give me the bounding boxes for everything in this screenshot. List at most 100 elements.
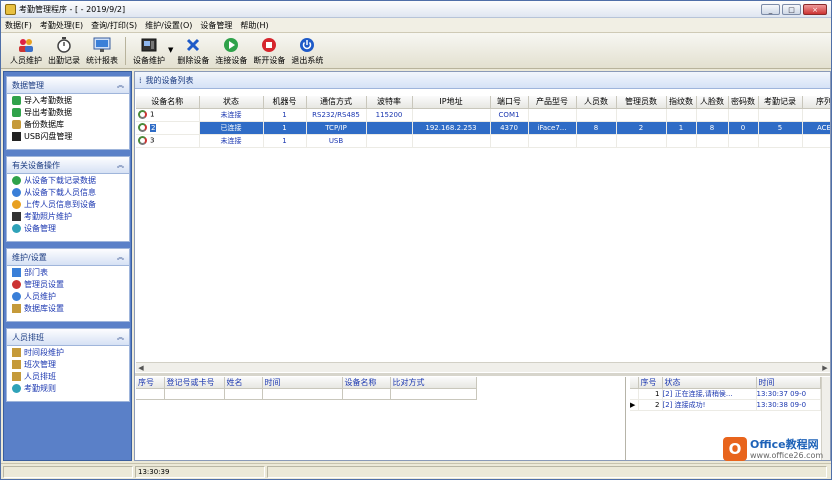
table-row[interactable]: 3 未连接 1 USB <box>136 134 830 148</box>
col-log-status[interactable]: 状态 <box>662 377 757 389</box>
menu-help[interactable]: 帮助(H) <box>236 20 272 31</box>
log-row[interactable]: ▶ 2 [2] 连接成功! 13:30:38 09-0 <box>630 399 821 411</box>
sidebar-item-upload-staff[interactable]: 上传人员信息到设备 <box>7 198 129 210</box>
user-icon <box>12 291 21 301</box>
col-log-seq[interactable]: 序号 <box>638 377 663 389</box>
sidebar-item-photos[interactable]: 考勤照片维护 <box>7 210 129 222</box>
sidebar-group-maintenance: 维护/设置 ︽ 部门表 管理员设置 人员维护 数据库设置 <box>6 248 130 322</box>
col-status[interactable]: 状态 <box>199 96 264 109</box>
sidebar-item-download-records[interactable]: 从设备下载记录数据 <box>7 174 129 186</box>
department-icon <box>12 267 21 277</box>
table-row[interactable]: 1 未连接 1 RS232/RS485 115200 COM1 <box>136 108 830 122</box>
rules-icon <box>12 383 21 393</box>
disconnect-device-button[interactable]: 断开设备 <box>250 34 288 68</box>
group-header[interactable]: 有关设备操作 ︽ <box>7 157 129 174</box>
sidebar-item-admin[interactable]: 管理员设置 <box>7 278 129 290</box>
monitor-icon <box>93 36 111 53</box>
status-panel-1 <box>3 465 133 478</box>
col-ip[interactable]: IP地址 <box>412 96 491 109</box>
usb-icon <box>12 131 21 141</box>
col-baud[interactable]: 波特率 <box>366 96 413 109</box>
maximize-button[interactable]: □ <box>782 4 801 15</box>
sidebar-item-timeslots[interactable]: 时间段维护 <box>7 346 129 358</box>
scroll-left-icon[interactable]: ◀ <box>136 363 146 373</box>
sidebar-item-db-settings[interactable]: 数据库设置 <box>7 302 129 314</box>
col-badge[interactable]: 登记号或卡号 <box>164 377 225 389</box>
delete-x-icon <box>184 36 202 53</box>
col-staff-count[interactable]: 人员数 <box>576 96 617 109</box>
device-icon <box>138 123 147 132</box>
sidebar-item-backup[interactable]: 备份数据库 <box>7 118 129 130</box>
group-header[interactable]: 维护/设置 ︽ <box>7 249 129 266</box>
device-icon <box>138 110 147 119</box>
collapse-icon: ︽ <box>117 161 124 169</box>
attendance-records-button[interactable]: 出勤记录 <box>45 34 83 68</box>
col-time[interactable]: 时间 <box>262 377 343 389</box>
col-pwd-count[interactable]: 密码数 <box>728 96 759 109</box>
col-fp-count[interactable]: 指纹数 <box>666 96 697 109</box>
menu-attendance[interactable]: 考勤处理(E) <box>36 20 87 31</box>
col-serial[interactable]: 序列 <box>802 96 830 109</box>
col-port[interactable]: 端口号 <box>490 96 529 109</box>
sidebar-item-export[interactable]: 导出考勤数据 <box>7 106 129 118</box>
delete-device-button[interactable]: 删除设备 <box>174 34 212 68</box>
col-log-time[interactable]: 时间 <box>756 377 821 389</box>
sidebar: 数据管理 ︽ 导入考勤数据 导出考勤数据 备份数据库 USB闪盘管理 有关设备操作… <box>3 71 132 461</box>
menu-data[interactable]: 数据(F) <box>1 20 36 31</box>
sidebar-item-usb[interactable]: USB闪盘管理 <box>7 130 129 142</box>
device-table: 设备名称 状态 机器号 通信方式 波特率 IP地址 端口号 产品型号 人员数 管… <box>136 96 830 366</box>
status-panel-time: 13:30:39 <box>135 465 265 478</box>
col-records[interactable]: 考勤记录 <box>758 96 803 109</box>
statistics-report-button[interactable]: 统计报表 <box>83 34 121 68</box>
device-list-header: ⁞ 我的设备列表 <box>135 72 830 89</box>
calendar-icon <box>12 359 21 369</box>
sidebar-item-schedule[interactable]: 人员排班 <box>7 370 129 382</box>
status-bar: 13:30:39 <box>1 463 831 479</box>
minimize-button[interactable]: _ <box>761 4 780 15</box>
row-pointer-icon: ▶ <box>630 399 639 411</box>
sidebar-item-departments[interactable]: 部门表 <box>7 266 129 278</box>
sidebar-item-device-manage[interactable]: 设备管理 <box>7 222 129 234</box>
sidebar-item-rules[interactable]: 考勤规则 <box>7 382 129 394</box>
group-header[interactable]: 数据管理 ︽ <box>7 77 129 94</box>
watermark-url: www.office26.com <box>750 450 824 460</box>
col-comm[interactable]: 通信方式 <box>306 96 367 109</box>
power-icon <box>298 36 316 53</box>
col-verify[interactable]: 比对方式 <box>390 377 477 389</box>
connect-device-button[interactable]: 连接设备 <box>212 34 250 68</box>
col-name[interactable]: 姓名 <box>224 377 263 389</box>
record-table-header: 序号 登记号或卡号 姓名 时间 设备名称 比对方式 <box>136 377 477 389</box>
schedule-icon <box>12 371 21 381</box>
col-admin-count[interactable]: 管理员数 <box>616 96 667 109</box>
menu-query-print[interactable]: 查询/打印(S) <box>87 20 141 31</box>
sidebar-item-import[interactable]: 导入考勤数据 <box>7 94 129 106</box>
grip-icon: ⁞ <box>139 75 142 85</box>
collapse-icon: ︽ <box>117 253 124 261</box>
staff-maintain-button[interactable]: 人员维护 <box>7 34 45 68</box>
menu-device[interactable]: 设备管理 <box>196 20 236 31</box>
col-device-name[interactable]: 设备名称 <box>136 96 200 109</box>
sidebar-item-staff[interactable]: 人员维护 <box>7 290 129 302</box>
exit-system-button[interactable]: 退出系统 <box>288 34 326 68</box>
users-icon <box>17 36 35 53</box>
admin-icon <box>12 279 21 289</box>
sidebar-item-download-staff[interactable]: 从设备下载人员信息 <box>7 186 129 198</box>
record-table: 序号 登记号或卡号 姓名 时间 设备名称 比对方式 <box>136 377 626 460</box>
scroll-right-icon[interactable]: ▶ <box>820 363 830 373</box>
horizontal-scrollbar[interactable]: ◀ ▶ <box>136 362 830 372</box>
sidebar-item-shifts[interactable]: 班次管理 <box>7 358 129 370</box>
collapse-icon: ︽ <box>117 81 124 89</box>
col-model[interactable]: 产品型号 <box>528 96 577 109</box>
table-row-selected[interactable]: 2 已连接 1 TCP/IP 192.168.2.253 4370 iFace7… <box>136 121 830 135</box>
col-machine-no[interactable]: 机器号 <box>263 96 307 109</box>
col-face-count[interactable]: 人脸数 <box>696 96 729 109</box>
pane-splitter[interactable] <box>135 373 830 376</box>
close-button[interactable]: × <box>803 4 827 15</box>
device-icon <box>138 136 147 145</box>
group-header[interactable]: 人员排班 ︽ <box>7 329 129 346</box>
col-seq[interactable]: 序号 <box>136 377 165 389</box>
menu-maintenance[interactable]: 维护/设置(O) <box>141 20 196 31</box>
log-row[interactable]: 1 [2] 正在连接,请稍侯... 13:30:37 09-0 <box>630 388 821 400</box>
col-device[interactable]: 设备名称 <box>342 377 391 389</box>
device-maintain-button[interactable]: 设备维护 <box>130 34 168 68</box>
